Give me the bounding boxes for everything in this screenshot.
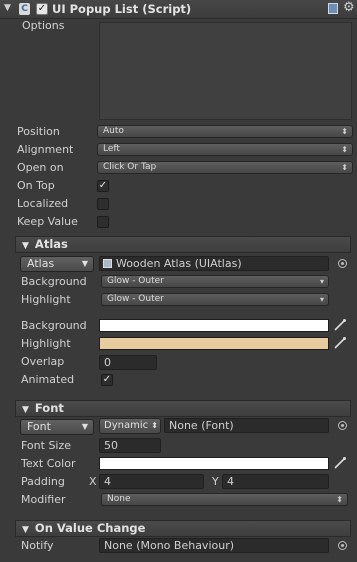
notify-label: Notify <box>21 539 54 552</box>
font-size-value: 50 <box>104 439 118 452</box>
foldout-arrow-icon[interactable]: ▼ <box>4 3 11 13</box>
updown-arrow-icon: ⬍ <box>336 495 343 504</box>
eyedropper-icon[interactable] <box>333 456 347 470</box>
modifier-value: None <box>107 494 131 504</box>
dropdown-arrow-icon: ▼ <box>81 422 88 431</box>
dropdown-arrow-icon: ▾ <box>319 295 324 304</box>
atlas-section-title: Atlas <box>34 237 68 251</box>
padding-x-value: 4 <box>104 475 111 488</box>
updown-arrow-icon: ⬍ <box>341 127 348 136</box>
padding-x-label: X <box>89 475 97 488</box>
on-top-checkbox[interactable]: ✓ <box>97 180 109 192</box>
keep-value-label: Keep Value <box>17 215 78 228</box>
modifier-label: Modifier <box>21 493 66 506</box>
overlap-input[interactable]: 0 <box>99 355 157 370</box>
component-title: UI Popup List (Script) <box>52 2 192 16</box>
localized-label: Localized <box>17 197 69 210</box>
dropdown-arrow-icon: ▾ <box>319 277 324 286</box>
eyedropper-icon[interactable] <box>333 318 347 332</box>
atlas-type-dropdown[interactable]: Atlas ▼ <box>20 256 94 272</box>
font-size-label: Font Size <box>21 439 72 452</box>
padding-y-input[interactable]: 4 <box>222 474 329 489</box>
font-mode-dropdown[interactable]: Dynamic ⬍ <box>99 418 161 434</box>
font-section-header[interactable]: ▼ Font <box>15 400 351 417</box>
padding-y-label: Y <box>212 475 219 488</box>
font-section-title: Font <box>34 401 64 415</box>
on-top-label: On Top <box>17 179 55 192</box>
atlas-background-value: Glow - Outer <box>107 276 164 286</box>
background-color-swatch[interactable] <box>99 319 329 332</box>
font-value: None (Font) <box>169 419 234 432</box>
foldout-arrow-icon: ▼ <box>22 241 29 251</box>
open-on-value: Click Or Tap <box>103 162 157 172</box>
gear-icon[interactable]: ⚙ <box>343 0 355 15</box>
highlight-color-label: Highlight <box>21 337 71 350</box>
on-value-change-section-header[interactable]: ▼ On Value Change <box>15 520 351 537</box>
animated-checkbox[interactable]: ✓ <box>101 374 113 386</box>
atlas-highlight-value: Glow - Outer <box>107 294 164 304</box>
atlas-asset-icon <box>103 259 112 268</box>
eyedropper-icon[interactable] <box>333 336 347 350</box>
atlas-object-field[interactable]: Wooden Atlas (UIAtlas) <box>99 256 329 271</box>
updown-arrow-icon: ⬍ <box>151 421 158 430</box>
overlap-label: Overlap <box>21 355 65 368</box>
updown-arrow-icon: ⬍ <box>341 163 348 172</box>
position-label: Position <box>17 125 60 138</box>
open-on-label: Open on <box>17 161 64 174</box>
options-textarea[interactable] <box>99 22 352 120</box>
localized-checkbox[interactable] <box>97 198 109 210</box>
position-value: Auto <box>103 126 124 136</box>
font-mode-value: Dynamic <box>104 420 149 431</box>
alignment-label: Alignment <box>17 143 74 156</box>
foldout-arrow-icon: ▼ <box>22 405 29 415</box>
atlas-background-dropdown[interactable]: Glow - Outer ▾ <box>101 275 329 288</box>
modifier-dropdown[interactable]: None ⬍ <box>101 493 348 506</box>
alignment-dropdown[interactable]: Left ⬍ <box>97 143 353 156</box>
script-icon: C <box>19 3 30 15</box>
animated-label: Animated <box>21 373 75 386</box>
component-header: ▼ C ✓ UI Popup List (Script) ⚙ <box>0 0 357 19</box>
open-on-dropdown[interactable]: Click Or Tap ⬍ <box>97 161 353 174</box>
object-picker-icon[interactable] <box>338 421 347 430</box>
text-color-label: Text Color <box>21 457 76 470</box>
atlas-type-value: Atlas <box>27 257 55 270</box>
object-picker-icon[interactable] <box>338 259 347 268</box>
atlas-highlight-dropdown[interactable]: Glow - Outer ▾ <box>101 293 329 306</box>
font-size-input[interactable]: 50 <box>99 438 161 453</box>
component-enabled-checkbox[interactable]: ✓ <box>36 3 48 15</box>
on-value-change-section-title: On Value Change <box>34 521 146 535</box>
padding-label: Padding <box>21 475 65 488</box>
foldout-arrow-icon: ▼ <box>22 525 29 535</box>
background-color-label: Background <box>21 319 87 332</box>
font-type-value: Font <box>27 420 51 433</box>
atlas-highlight-label: Highlight <box>21 293 71 306</box>
dropdown-arrow-icon: ▼ <box>81 259 88 268</box>
keep-value-checkbox[interactable] <box>97 216 109 228</box>
highlight-color-swatch[interactable] <box>99 337 329 350</box>
padding-y-value: 4 <box>227 475 234 488</box>
text-color-swatch[interactable] <box>99 457 329 470</box>
notify-value: None (Mono Behaviour) <box>104 539 235 552</box>
atlas-value: Wooden Atlas (UIAtlas) <box>116 257 242 270</box>
atlas-background-label: Background <box>21 275 87 288</box>
notify-object-field[interactable]: None (Mono Behaviour) <box>99 538 329 553</box>
position-dropdown[interactable]: Auto ⬍ <box>97 125 353 138</box>
book-icon[interactable] <box>328 3 338 14</box>
alignment-value: Left <box>103 144 120 154</box>
padding-x-input[interactable]: 4 <box>99 474 204 489</box>
options-label: Options <box>22 19 65 32</box>
updown-arrow-icon: ⬍ <box>341 145 348 154</box>
font-type-dropdown[interactable]: Font ▼ <box>20 419 94 435</box>
font-object-field[interactable]: None (Font) <box>164 418 329 433</box>
object-picker-icon[interactable] <box>338 541 347 550</box>
atlas-section-header[interactable]: ▼ Atlas <box>15 236 351 253</box>
overlap-value: 0 <box>104 356 111 369</box>
